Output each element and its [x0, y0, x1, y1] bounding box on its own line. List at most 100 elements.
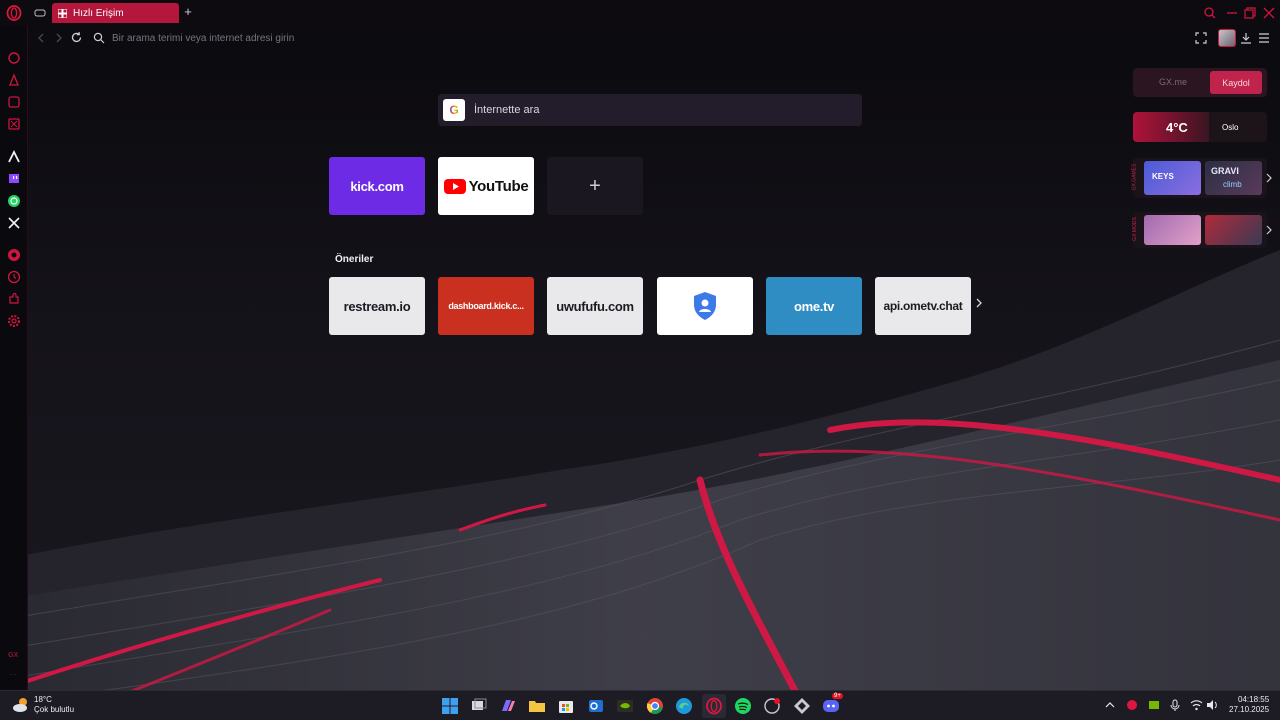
suggestion-uwufufu[interactable]: uwufufu.com: [547, 277, 643, 335]
mod-card-1[interactable]: [1144, 215, 1201, 245]
app-icon[interactable]: [763, 697, 781, 715]
forward-icon[interactable]: [54, 32, 64, 44]
close-icon[interactable]: [1261, 5, 1277, 21]
games-side-label: GX.GAMES: [1131, 163, 1138, 191]
address-bar: [28, 27, 1280, 49]
gamepad-icon[interactable]: [34, 7, 46, 19]
game-calendar-icon[interactable]: [7, 95, 21, 109]
outlook-icon[interactable]: [587, 697, 605, 715]
shield-user-icon: [694, 292, 716, 320]
suggestion-restream[interactable]: restream.io: [329, 277, 425, 335]
suggestion-api-ometv[interactable]: api.ometv.chat: [875, 277, 971, 335]
gx-cleaner-icon[interactable]: [7, 73, 21, 87]
menu-icon[interactable]: [1258, 32, 1270, 44]
mod-card-2[interactable]: [1205, 215, 1262, 245]
nvidia-icon[interactable]: [616, 697, 634, 715]
tile-label: api.ometv.chat: [883, 299, 963, 313]
taskbar: 18°C Çok bulutlu 9+ 04:18:55 27.10.2025: [0, 690, 1280, 720]
discord-icon: [823, 700, 839, 712]
wifi-icon[interactable]: [1190, 699, 1203, 711]
discord-button[interactable]: 9+: [822, 693, 843, 715]
microphone-icon[interactable]: [1170, 699, 1180, 712]
more-icon[interactable]: ···: [9, 670, 17, 679]
download-icon[interactable]: [1240, 32, 1252, 44]
chrome-icon[interactable]: [646, 697, 664, 715]
task-view-icon[interactable]: [470, 697, 488, 715]
add-site-button[interactable]: +: [547, 157, 643, 215]
tile-label: dashboard.kick.c...: [448, 301, 524, 311]
weather-desc: Çok bulutlu: [34, 705, 75, 714]
tile-label: uwufufu.com: [556, 298, 634, 314]
opera-gx-logo-icon[interactable]: [6, 5, 22, 21]
history-icon[interactable]: [7, 270, 21, 284]
tab-strip: Hızlı Erişim +: [0, 0, 1280, 26]
signup-button[interactable]: Kaydol: [1210, 71, 1262, 94]
store-icon[interactable]: [557, 697, 575, 715]
tile-label: kick.com: [350, 178, 404, 194]
youtube-play-icon: [443, 178, 466, 194]
whatsapp-icon[interactable]: [7, 194, 21, 208]
clock-time[interactable]: 04:18:55: [1238, 695, 1269, 704]
copilot-icon[interactable]: [499, 697, 517, 715]
web-search-box[interactable]: G İnternette ara: [438, 94, 862, 126]
game-card-gravity-climb[interactable]: GRAVI climb: [1205, 161, 1262, 195]
spotify-icon[interactable]: [734, 697, 752, 715]
mods-next-icon[interactable]: [1266, 224, 1273, 236]
tray-expand-icon[interactable]: [1105, 701, 1115, 709]
settings-icon[interactable]: [7, 314, 21, 328]
address-input[interactable]: [86, 28, 986, 48]
speed-dial-youtube[interactable]: YouTube: [438, 157, 534, 215]
weather-temp: 18°C: [34, 695, 52, 704]
game-card-title: GRAVI: [1211, 166, 1239, 176]
restore-icon[interactable]: [1242, 5, 1258, 21]
game-launcher-icon[interactable]: [793, 697, 811, 715]
tray-nvidia-icon[interactable]: [1148, 699, 1160, 711]
gx-me-link[interactable]: GX.me: [1159, 77, 1187, 87]
x-twitter-icon[interactable]: [7, 216, 21, 230]
aria-ai-icon[interactable]: [7, 150, 21, 164]
gx-games-widget: GX.GAMES KEYS GRAVI climb: [1131, 158, 1272, 198]
google-icon: G: [443, 99, 465, 121]
extensions-icon[interactable]: [7, 292, 21, 306]
twitter-gx-icon[interactable]: [7, 117, 21, 131]
signup-label: Kaydol: [1222, 77, 1250, 88]
opera-gx-taskbar-button[interactable]: [702, 694, 726, 718]
avatar[interactable]: [1218, 29, 1236, 47]
suggestion-ometv[interactable]: ome.tv: [766, 277, 862, 335]
twitch-icon[interactable]: [7, 172, 21, 186]
tray-app-icon[interactable]: [1126, 699, 1138, 711]
suggestion-kick-dashboard[interactable]: dashboard.kick.c...: [438, 277, 534, 335]
start-icon[interactable]: [441, 697, 459, 715]
suggestions-next-icon[interactable]: [975, 297, 984, 309]
suggestion-account[interactable]: [657, 277, 753, 335]
back-icon[interactable]: [36, 32, 46, 44]
edge-icon[interactable]: [675, 697, 693, 715]
player-icon[interactable]: [7, 248, 21, 262]
new-tab-button[interactable]: +: [181, 5, 195, 19]
mods-side-label: GX MODS: [1131, 217, 1138, 241]
snapshot-icon[interactable]: [1195, 32, 1207, 44]
suggestions-title: Öneriler: [335, 254, 374, 265]
tab-quick-access[interactable]: Hızlı Erişim: [52, 3, 179, 23]
reload-icon[interactable]: [70, 31, 83, 44]
volume-icon[interactable]: [1206, 699, 1219, 711]
game-card-subtitle: climb: [1223, 180, 1242, 189]
google-letter: G: [449, 103, 459, 117]
tile-label: restream.io: [343, 298, 411, 314]
gx-control-icon[interactable]: [7, 51, 21, 65]
plus-icon: +: [589, 174, 601, 197]
weather-cloud-icon[interactable]: [12, 697, 30, 713]
tab-label: Hızlı Erişim: [73, 7, 124, 19]
game-card-keys[interactable]: KEYS: [1144, 161, 1201, 195]
file-explorer-icon[interactable]: [528, 697, 546, 715]
speed-dial-kick[interactable]: kick.com: [329, 157, 425, 215]
weather-widget[interactable]: 4°C Oslo: [1133, 112, 1267, 142]
weather-temperature: 4°C: [1166, 120, 1188, 135]
search-tabs-icon[interactable]: [1202, 5, 1218, 21]
games-next-icon[interactable]: [1266, 172, 1273, 184]
grid-icon: [58, 8, 67, 18]
discord-badge: 9+: [832, 693, 843, 699]
gx-mods-widget: GX MODS: [1131, 212, 1272, 248]
minimize-icon[interactable]: [1224, 5, 1240, 21]
clock-date[interactable]: 27.10.2025: [1229, 705, 1269, 714]
